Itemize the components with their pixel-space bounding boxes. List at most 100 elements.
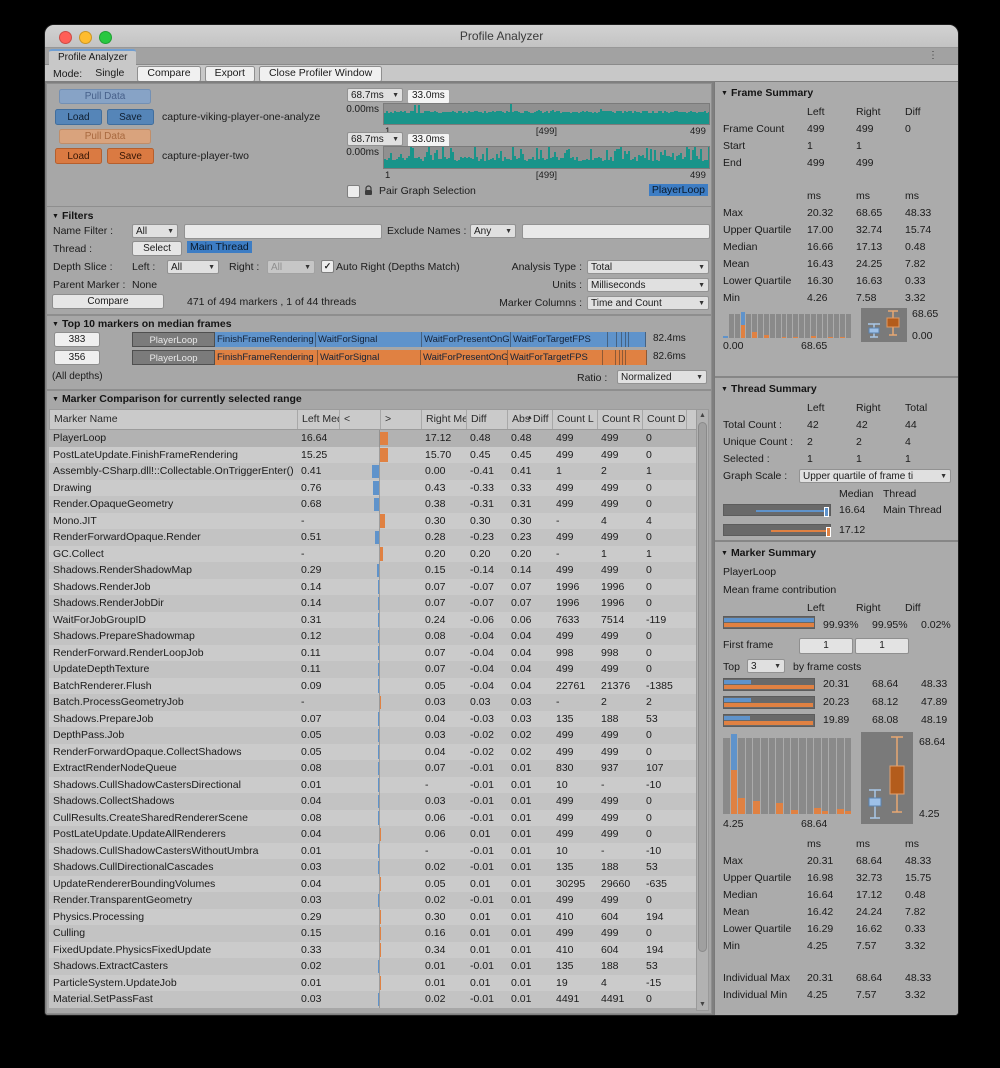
table-row[interactable]: Assembly-CSharp.dll!::Collectable.OnTrig… — [49, 463, 699, 480]
table-row[interactable]: Batch.ProcessGeometryJob-0.030.030.03-22 — [49, 694, 699, 711]
export-button[interactable]: Export — [205, 66, 255, 82]
depth-right-dropdown[interactable]: All▼ — [267, 260, 315, 274]
marker-segment-FinishFrameRendering[interactable]: FinishFrameRendering — [215, 332, 316, 347]
table-row[interactable]: Shadows.RenderJob0.140.07-0.070.07199619… — [49, 579, 699, 596]
column-header--[interactable]: < — [340, 410, 381, 429]
mode-compare-button[interactable]: Compare — [137, 66, 200, 82]
table-row[interactable]: Shadows.RenderJobDir0.140.07-0.070.07199… — [49, 595, 699, 612]
selected-marker-chip[interactable]: PlayerLoop — [649, 184, 708, 196]
top-n-dropdown[interactable]: 3▼ — [747, 659, 785, 673]
table-row[interactable]: Shadows.CullShadowCastersWithoutUmbra0.0… — [49, 843, 699, 860]
minimize-window-button[interactable] — [79, 31, 92, 44]
median-frame-index-button[interactable]: 356 — [54, 350, 100, 365]
marker-segment-PlayerLoop[interactable]: PlayerLoop — [132, 350, 215, 365]
zoom-window-button[interactable] — [99, 31, 112, 44]
graph-scale-dropdown[interactable]: Upper quartile of frame ti▼ — [799, 469, 951, 483]
ratio-dropdown[interactable]: Normalized▼ — [617, 370, 707, 384]
table-row[interactable]: Shadows.ExtractCasters0.020.01-0.010.011… — [49, 958, 699, 975]
compare-button[interactable]: Compare — [52, 294, 164, 309]
table-row[interactable]: FixedUpdate.PhysicsFixedUpdate0.330.340.… — [49, 942, 699, 959]
first-frame-right-button[interactable]: 1 — [855, 638, 909, 654]
name-filter-input[interactable] — [184, 224, 382, 239]
table-row[interactable]: Mono.JIT-0.300.300.30-44 — [49, 513, 699, 530]
top10-marker-bar[interactable]: PlayerLoopFinishFrameRenderingWaitForSig… — [132, 350, 647, 365]
top10-marker-bar[interactable]: PlayerLoopFinishFrameRenderingWaitForSig… — [132, 332, 646, 347]
column-header-left-med[interactable]: Left Med — [298, 410, 340, 429]
table-row[interactable]: Render.OpaqueGeometry0.680.38-0.310.3149… — [49, 496, 699, 513]
thread-select-button[interactable]: Select — [132, 241, 182, 256]
marker-segment[interactable] — [603, 350, 616, 365]
first-frame-left-button[interactable]: 1 — [799, 638, 853, 654]
table-row[interactable]: DepthPass.Job0.050.03-0.020.024994990 — [49, 727, 699, 744]
marker-segment[interactable] — [608, 332, 617, 347]
table-row[interactable]: RenderForward.RenderLoopJob0.110.07-0.04… — [49, 645, 699, 662]
table-row[interactable]: Render.TransparentGeometry0.030.02-0.010… — [49, 892, 699, 909]
table-row[interactable]: ExtractRenderNodeQueue0.080.07-0.010.018… — [49, 760, 699, 777]
marker-segment-WaitForTargetFPS[interactable]: WaitForTargetFPS — [511, 332, 608, 347]
thread-range-bar[interactable] — [723, 504, 831, 516]
column-header-count-d[interactable]: Count D — [643, 410, 687, 429]
column-header-diff[interactable]: Diff — [467, 410, 508, 429]
column-header-count-r[interactable]: Count R — [598, 410, 643, 429]
frame-time-graph-right[interactable] — [383, 146, 710, 169]
load-right-button[interactable]: Load — [55, 148, 102, 164]
table-row[interactable]: ParticleSystem.UpdateJob0.010.010.010.01… — [49, 975, 699, 992]
marker-segment[interactable] — [626, 350, 647, 365]
scroll-down-icon[interactable]: ▼ — [697, 1001, 708, 1008]
column-header--[interactable]: > — [381, 410, 422, 429]
close-profiler-window-button[interactable]: Close Profiler Window — [259, 66, 382, 82]
marker-columns-dropdown[interactable]: Time and Count▼ — [587, 296, 709, 310]
scrollbar-thumb[interactable] — [698, 422, 707, 952]
table-row[interactable]: BatchRenderer.Flush0.090.05-0.040.042276… — [49, 678, 699, 695]
pull-data-right-button[interactable]: Pull Data — [59, 129, 151, 144]
table-row[interactable]: UpdateDepthTexture0.110.07-0.040.0449949… — [49, 661, 699, 678]
marker-segment-WaitForSignal[interactable]: WaitForSignal — [316, 332, 422, 347]
table-row[interactable]: PlayerLoop16.6417.120.480.484994990 — [49, 430, 699, 447]
column-header-count-l[interactable]: Count L — [553, 410, 598, 429]
range-dropdown-left[interactable]: 68.7ms▼ — [347, 88, 403, 102]
pull-data-left-button[interactable]: Pull Data — [59, 89, 151, 104]
close-window-button[interactable] — [59, 31, 72, 44]
table-row[interactable]: CullResults.CreateSharedRendererScene0.0… — [49, 810, 699, 827]
table-row[interactable]: Shadows.CullShadowCastersDirectional0.01… — [49, 777, 699, 794]
table-row[interactable]: WaitForJobGroupID0.310.24-0.060.06763375… — [49, 612, 699, 629]
load-left-button[interactable]: Load — [55, 109, 102, 125]
save-right-button[interactable]: Save — [107, 148, 154, 164]
kebab-menu-icon[interactable]: ⋮ — [928, 50, 938, 61]
table-row[interactable]: PostLateUpdate.UpdateAllRenderers0.040.0… — [49, 826, 699, 843]
table-row[interactable]: Drawing0.760.43-0.330.334994990 — [49, 480, 699, 497]
table-row[interactable]: Shadows.RenderShadowMap0.290.15-0.140.14… — [49, 562, 699, 579]
table-row[interactable]: Shadows.PrepareShadowmap0.120.08-0.040.0… — [49, 628, 699, 645]
column-header-abs-diff[interactable]: Abs Diff▴ — [508, 410, 553, 429]
marker-segment-PlayerLoop[interactable]: PlayerLoop — [132, 332, 215, 347]
table-row[interactable]: Material.SetPassFast0.030.02-0.010.01449… — [49, 991, 699, 1008]
marker-segment-FinishFrameRendering[interactable]: FinishFrameRendering — [215, 350, 318, 365]
table-scrollbar[interactable]: ▲ ▼ — [696, 409, 709, 1011]
name-filter-mode-dropdown[interactable]: All▼ — [132, 224, 178, 238]
marker-segment-WaitForTargetFPS[interactable]: WaitForTargetFPS — [508, 350, 603, 365]
auto-right-checkbox[interactable]: ✓ — [321, 260, 334, 273]
table-row[interactable]: Culling0.150.160.010.014994990 — [49, 925, 699, 942]
median-frame-index-button[interactable]: 383 — [54, 332, 100, 347]
exclude-names-input[interactable] — [522, 224, 710, 239]
marker-segment-WaitForPresentOnGfxThread[interactable]: WaitForPresentOnGfxThread — [421, 350, 508, 365]
analysis-type-dropdown[interactable]: Total▼ — [587, 260, 709, 274]
marker-segment-WaitForPresentOnGfxThread[interactable]: WaitForPresentOnGfxThread — [422, 332, 511, 347]
range-dropdown-right[interactable]: 68.7ms▼ — [347, 132, 403, 146]
threshold-chip-left[interactable]: 33.0ms — [407, 89, 450, 104]
exclude-mode-dropdown[interactable]: Any▼ — [470, 224, 516, 238]
thread-range-bar[interactable] — [723, 524, 831, 536]
table-row[interactable]: PostLateUpdate.FinishFrameRendering15.25… — [49, 447, 699, 464]
table-row[interactable]: Shadows.PrepareJob0.070.04-0.030.0313518… — [49, 711, 699, 728]
pair-graph-selection-checkbox[interactable] — [347, 185, 360, 198]
table-row[interactable]: UpdateRendererBoundingVolumes0.040.050.0… — [49, 876, 699, 893]
marker-segment[interactable] — [629, 332, 646, 347]
marker-segment-WaitForSignal[interactable]: WaitForSignal — [318, 350, 421, 365]
table-row[interactable]: GC.Collect-0.200.200.20-11 — [49, 546, 699, 563]
table-row[interactable]: RenderForwardOpaque.Render0.510.28-0.230… — [49, 529, 699, 546]
depth-left-dropdown[interactable]: All▼ — [167, 260, 219, 274]
units-dropdown[interactable]: Milliseconds▼ — [587, 278, 709, 292]
save-left-button[interactable]: Save — [107, 109, 154, 125]
column-header-marker-name[interactable]: Marker Name — [50, 410, 298, 429]
table-row[interactable]: Shadows.CollectShadows0.040.03-0.010.014… — [49, 793, 699, 810]
